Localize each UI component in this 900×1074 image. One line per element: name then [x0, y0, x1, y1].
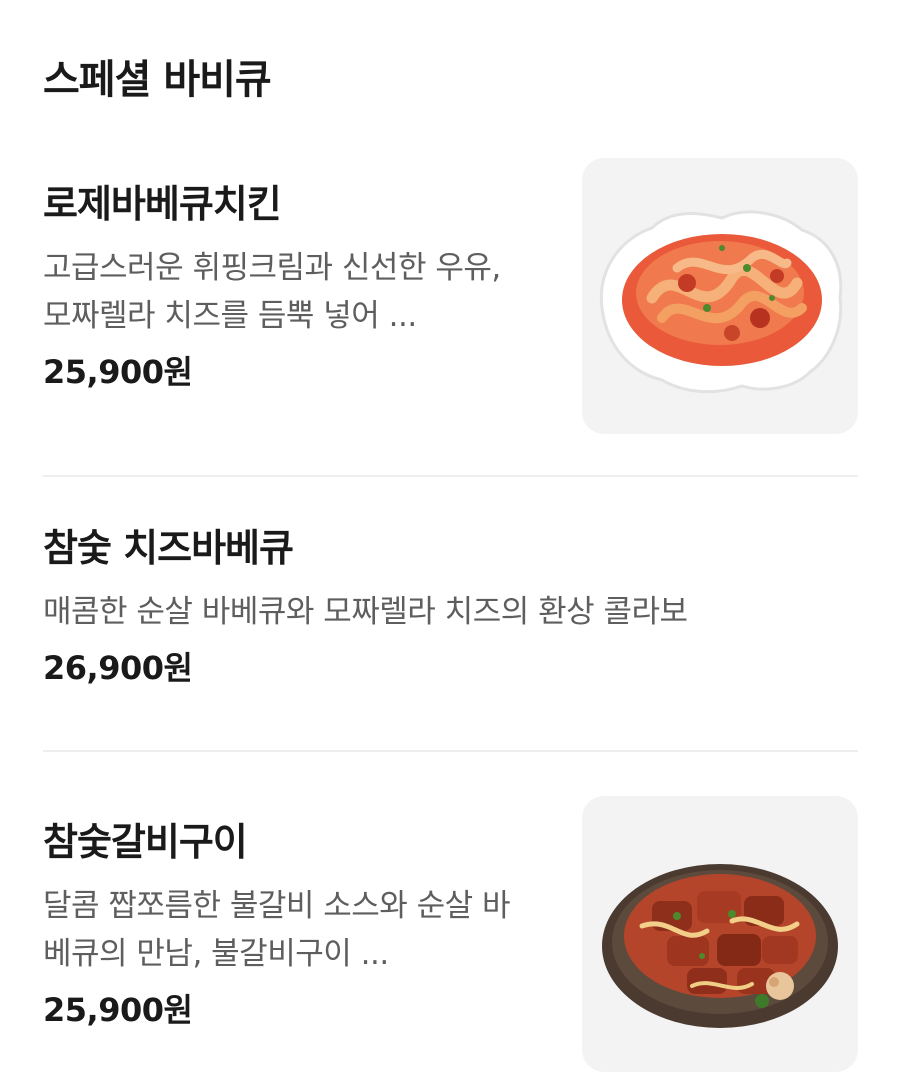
menu-item-charcoal-cheese-bbq[interactable]: 참숯 치즈바베큐 매콤한 순살 바베큐와 모짜렐라 치즈의 환상 콜라보 26,… [43, 522, 858, 712]
item-price: 26,900원 [43, 649, 193, 687]
food-image-charcoal-galbi[interactable] [582, 796, 858, 1072]
item-description: 달콤 짭쪼름한 불갈비 소스와 순살 바베큐의 만남, 불갈비구이 ... [43, 888, 511, 972]
food-image-rose-bbq-chicken[interactable] [582, 158, 858, 434]
item-divider [43, 750, 858, 752]
item-divider [43, 475, 858, 477]
item-description: 매콤한 순살 바베큐와 모짜렐라 치즈의 환상 콜라보 [43, 594, 688, 630]
section-title: 스페셜 바비큐 [43, 57, 272, 103]
menu-item-charcoal-galbi[interactable]: 참숯갈비구이 달콤 짭쪼름한 불갈비 소스와 순살 바베큐의 만남, 불갈비구이… [43, 796, 858, 1072]
menu-item-rose-bbq-chicken[interactable]: 로제바베큐치킨 고급스러운 휘핑크림과 신선한 우유, 모짜렐라 치즈를 듬뿍 … [43, 158, 858, 438]
item-description: 고급스러운 휘핑크림과 신선한 우유, 모짜렐라 치즈를 듬뿍 넣어 ... [43, 250, 501, 334]
item-name: 참숯 치즈바베큐 [43, 526, 294, 570]
